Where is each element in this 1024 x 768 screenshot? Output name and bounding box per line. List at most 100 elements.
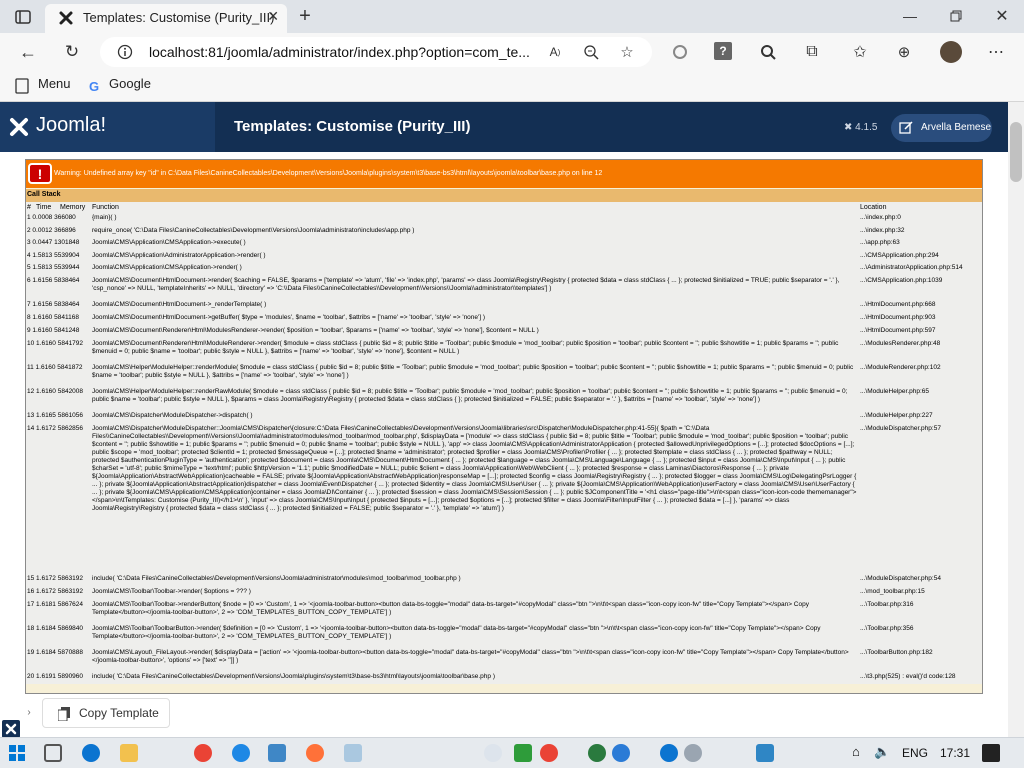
language-indicator[interactable]: ENG: [902, 746, 928, 760]
call-stack-location[interactable]: ...\app.php:63: [860, 239, 900, 247]
search-extension-icon[interactable]: [758, 42, 778, 62]
extension-circle-icon[interactable]: [670, 42, 690, 62]
more-menu-icon[interactable]: ⋯: [986, 42, 1006, 62]
call-stack-function: Joomla\CMS\Document\Renderer\Html\Module…: [92, 327, 539, 334]
site-info-icon[interactable]: [116, 43, 134, 61]
call-stack-location[interactable]: ...\index.php:32: [860, 227, 904, 235]
tray-app-icon-4[interactable]: [756, 744, 774, 762]
call-stack-function: Joomla\CMS\Helper\ModuleHelper::renderMo…: [92, 364, 854, 379]
call-stack-index: 8 1.6160 5841168: [27, 314, 79, 321]
call-stack-index: 18 1.6184 5869840: [27, 625, 84, 632]
volume-icon[interactable]: 🔈: [874, 744, 892, 762]
call-stack-function: Joomla\CMS\Helper\ModuleHelper::renderRa…: [92, 388, 848, 403]
google-icon: G: [88, 78, 100, 94]
call-stack-row: 18 1.6184 5869840 Joomla\CMS\Toolbar\Tool…: [26, 624, 982, 648]
call-stack-function: Joomla\CMS\Toolbar\Toolbar->renderButton…: [92, 601, 809, 616]
copy-icon: [57, 706, 71, 722]
tray-app-icon-3[interactable]: [612, 744, 630, 762]
call-stack-row: 14 1.6172 5862856 Joomla\CMS\Dispatcher\M…: [26, 424, 982, 574]
network-icon[interactable]: ⌂: [852, 744, 870, 762]
refresh-icon[interactable]: ↻: [62, 42, 82, 62]
new-tab-icon[interactable]: +: [296, 5, 314, 27]
call-stack-location[interactable]: ...\t3.php(525) : eval()'d code:128: [860, 673, 956, 681]
call-stack-function: Joomla\CMS\Toolbar\ToolbarButton->render…: [92, 625, 821, 640]
call-stack-location[interactable]: ...\ModuleRenderer.php:102: [860, 364, 941, 372]
call-stack-row: 4 1.5813 5539904 Joomla\CMS\Application\A…: [26, 251, 982, 263]
windows-start-icon[interactable]: [8, 744, 26, 762]
app-icon-building[interactable]: [268, 744, 286, 762]
tab-close-icon[interactable]: ✕: [267, 8, 279, 25]
call-stack-location[interactable]: ...\Toolbar.php:316: [860, 601, 914, 609]
user-menu-button[interactable]: Arvella Bemese: [891, 114, 992, 142]
call-stack-location[interactable]: ...\ModuleDispatcher.php:57: [860, 425, 941, 433]
call-stack-location[interactable]: ...\ToolbarButton.php:182: [860, 649, 933, 657]
call-stack-function: Joomla\CMS\Layout\_FileLayout->render( $…: [92, 649, 849, 664]
help-extension-icon[interactable]: ?: [714, 42, 732, 60]
app-icon-blue[interactable]: [232, 744, 250, 762]
xdebug-error-table: ! Warning: Undefined array key "id" in C…: [25, 159, 983, 694]
call-stack-index: 7 1.6156 5838464: [27, 301, 80, 308]
call-stack-location[interactable]: ...\ModuleDispatcher.php:54: [860, 575, 941, 583]
restore-icon[interactable]: [946, 6, 966, 26]
call-stack-location[interactable]: ...\index.php:0: [860, 214, 901, 222]
zoom-icon[interactable]: [582, 43, 600, 61]
joomla-header: Joomla! Templates: Customise (Purity_III…: [0, 102, 1008, 152]
address-bar[interactable]: localhost:81/joomla/administrator/index.…: [100, 37, 652, 67]
call-stack-index: 15 1.6172 5863192: [27, 575, 84, 582]
call-stack-row: 20 1.6191 5890960 include( 'C:\Data Files…: [26, 672, 982, 684]
call-stack-location[interactable]: ...\CMSApplication.php:294: [860, 252, 939, 260]
page-scrollbar[interactable]: [1008, 102, 1024, 737]
call-stack-location[interactable]: ...\HtmlDocument.php:903: [860, 314, 936, 322]
add-favorite-icon[interactable]: ☆: [618, 43, 636, 61]
joomla-logo[interactable]: Joomla!: [0, 102, 215, 152]
task-view-icon[interactable]: [44, 744, 62, 762]
call-stack-location[interactable]: ...\AdministratorApplication.php:514: [860, 264, 963, 272]
joomla-sidebar-toggle-icon[interactable]: [2, 720, 20, 738]
minimize-icon[interactable]: —: [900, 6, 920, 26]
favorites-icon[interactable]: ✩: [850, 42, 870, 62]
onedrive-icon[interactable]: [684, 744, 702, 762]
clock[interactable]: 17:31: [940, 746, 970, 760]
chrome-icon[interactable]: [194, 744, 212, 762]
tray-app-green-icon[interactable]: [514, 744, 532, 762]
copy-template-button[interactable]: Copy Template: [42, 698, 170, 728]
tray-edge-icon[interactable]: [660, 744, 678, 762]
call-stack-row: 2 0.0012 366896 require_once( 'C:\Data Fi…: [26, 226, 982, 238]
call-stack-location[interactable]: ...\HtmlDocument.php:668: [860, 301, 936, 309]
tray-chrome-icon[interactable]: [540, 744, 558, 762]
call-stack-location[interactable]: ...\ModulesRenderer.php:48: [860, 340, 940, 348]
favorite-google[interactable]: Google: [109, 76, 151, 91]
call-stack-location[interactable]: ...\ModuleHelper.php:65: [860, 388, 929, 396]
scrollbar-thumb[interactable]: [1010, 122, 1022, 182]
edge-taskbar-icon[interactable]: [82, 744, 100, 762]
call-stack-index: 12 1.6160 5842008: [27, 388, 84, 395]
call-stack-location[interactable]: ...\HtmlDocument.php:597: [860, 327, 936, 335]
notifications-icon[interactable]: [982, 744, 1000, 762]
window-close-icon[interactable]: ✕: [992, 6, 1012, 26]
call-stack-location[interactable]: ...\mod_toolbar.php:15: [860, 588, 925, 596]
call-stack-location[interactable]: ...\CMSApplication.php:1039: [860, 277, 942, 285]
main-content: ! Warning: Undefined array key "id" in C…: [0, 152, 1008, 737]
collections-icon[interactable]: ⊕: [894, 42, 914, 62]
read-aloud-icon[interactable]: A): [546, 43, 564, 61]
favorite-menu[interactable]: Menu: [38, 76, 71, 91]
chevron-right-icon[interactable]: ›: [24, 706, 34, 718]
profile-avatar[interactable]: [940, 41, 962, 63]
call-stack-row: 5 1.5813 5539944 Joomla\CMS\Application\C…: [26, 263, 982, 276]
windows-taskbar: ⌂ 🔈 ENG 17:31: [0, 737, 1024, 768]
file-explorer-icon[interactable]: [120, 744, 138, 762]
call-stack-location[interactable]: ...\ModuleHelper.php:227: [860, 412, 933, 420]
edit-icon: [898, 120, 914, 136]
tab-actions-icon[interactable]: [14, 8, 32, 26]
firefox-icon[interactable]: [306, 744, 324, 762]
call-stack-location[interactable]: ...\Toolbar.php:356: [860, 625, 914, 633]
extensions-icon[interactable]: ⧉: [802, 42, 822, 62]
back-icon[interactable]: ←: [18, 42, 38, 62]
tray-app-icon-2[interactable]: [588, 744, 606, 762]
call-stack-row: 3 0.0447 1301848 Joomla\CMS\Application\C…: [26, 238, 982, 251]
page-title: Templates: Customise (Purity_III): [234, 118, 471, 135]
weather-icon[interactable]: [484, 744, 502, 762]
browser-tab[interactable]: Templates: Customise (Purity_III) ✕: [45, 4, 287, 33]
call-stack-function: Joomla\CMS\Document\HtmlDocument->_rende…: [92, 301, 267, 308]
notepad-icon[interactable]: [344, 744, 362, 762]
